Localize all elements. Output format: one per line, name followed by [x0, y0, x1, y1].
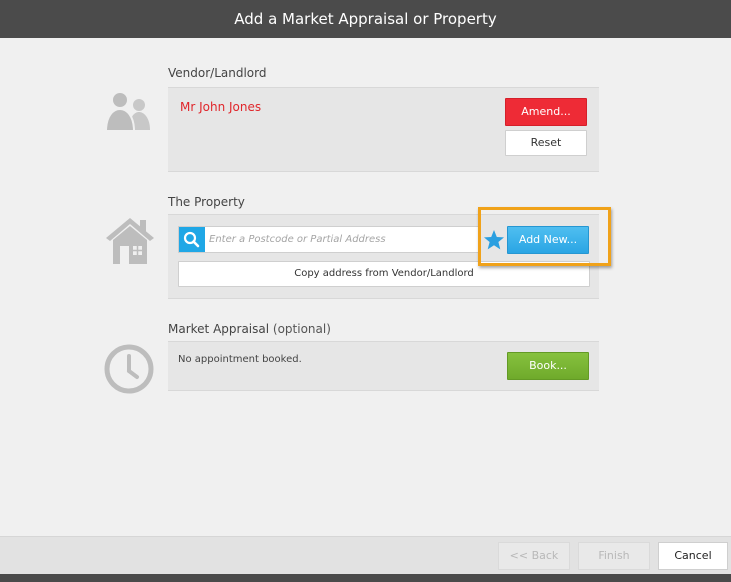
finish-button[interactable]: Finish [578, 542, 650, 570]
appointment-status: No appointment booked. [178, 354, 302, 365]
vendor-panel: Mr John Jones Amend... Reset [168, 87, 599, 172]
optional-label: (optional) [272, 322, 331, 336]
address-search-box [178, 226, 480, 253]
appraisal-section-label: Market Appraisal (optional) [168, 322, 331, 336]
clock-icon [104, 344, 154, 398]
reset-button[interactable]: Reset [505, 130, 587, 156]
vendor-section-label: Vendor/Landlord [168, 66, 267, 80]
address-search-input[interactable] [209, 227, 477, 252]
window-bottom-edge [0, 574, 731, 582]
add-new-highlight [478, 207, 611, 266]
dialog-footer: << Back Finish Cancel [0, 536, 731, 575]
dialog-body: Vendor/Landlord Mr John Jones Amend... R… [0, 38, 731, 536]
search-icon [183, 231, 200, 248]
back-button[interactable]: << Back [498, 542, 570, 570]
search-button[interactable] [179, 227, 205, 252]
dialog-title: Add a Market Appraisal or Property [0, 0, 731, 38]
appraisal-label-text: Market Appraisal [168, 322, 270, 336]
appraisal-panel: No appointment booked. Book... [168, 341, 599, 391]
users-icon [103, 90, 155, 136]
property-section-label: The Property [168, 195, 245, 209]
book-button[interactable]: Book... [507, 352, 589, 380]
vendor-name[interactable]: Mr John Jones [180, 100, 261, 114]
house-icon [104, 216, 156, 270]
amend-button[interactable]: Amend... [505, 98, 587, 126]
cancel-button[interactable]: Cancel [658, 542, 728, 570]
